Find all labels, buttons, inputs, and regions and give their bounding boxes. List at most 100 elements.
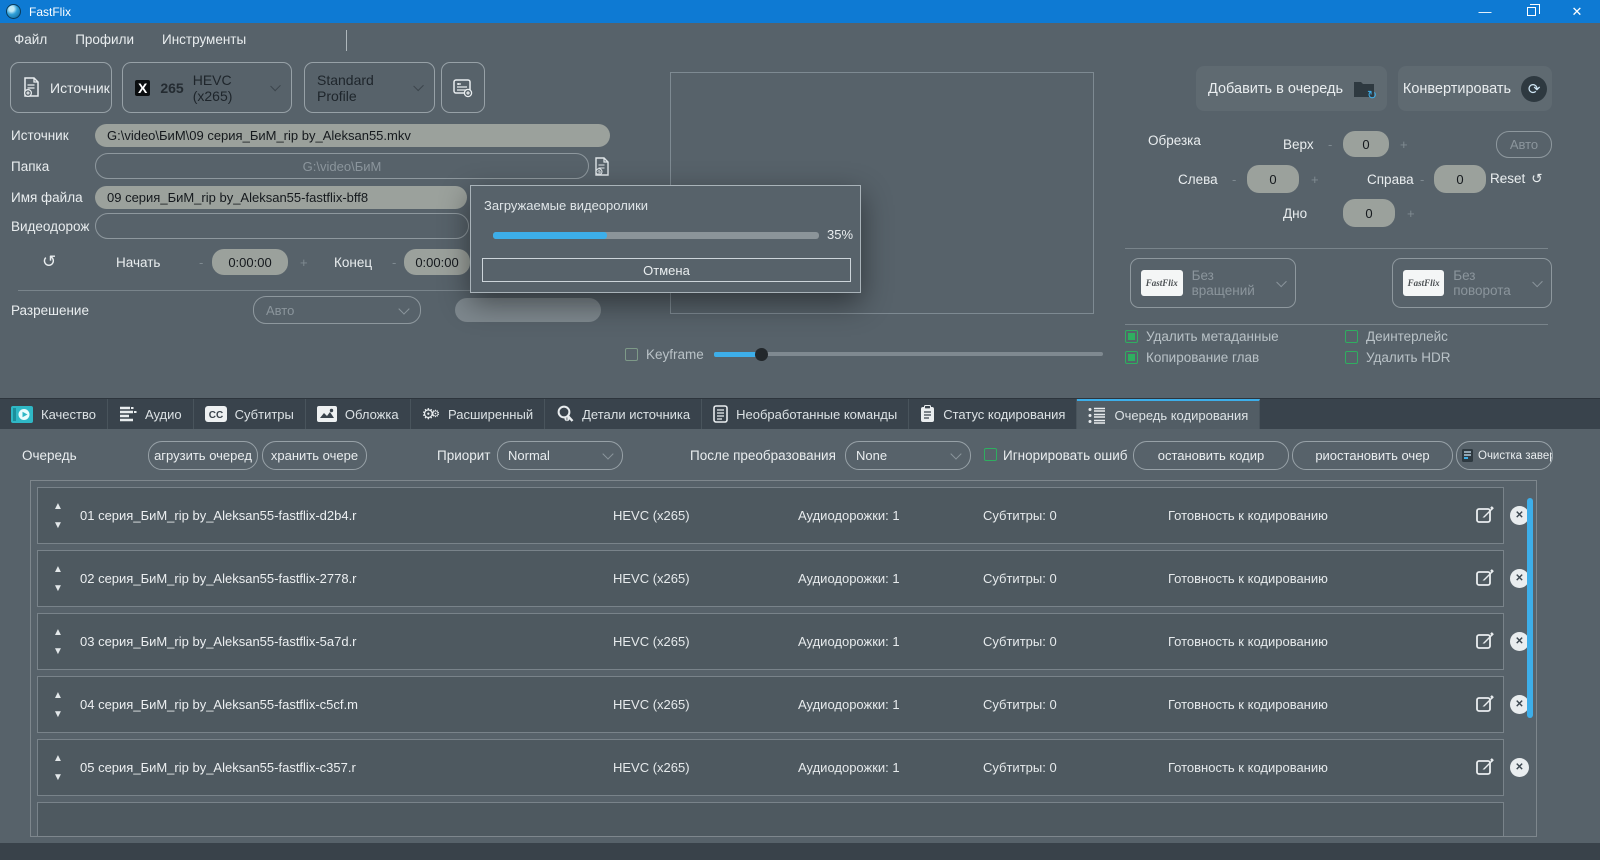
add-to-queue-button[interactable]: Добавить в очередь ↻ <box>1196 66 1387 111</box>
clear-completed-button[interactable]: Очистка завершена <box>1456 441 1553 470</box>
remove-hdr-checkbox[interactable] <box>1345 351 1358 364</box>
move-down-icon[interactable]: ▼ <box>48 705 68 724</box>
save-queue-button[interactable]: хранить очере <box>262 441 367 470</box>
edit-icon[interactable] <box>1476 757 1495 776</box>
tab-encoding-status[interactable]: Статус кодирования <box>909 399 1078 429</box>
tab-advanced[interactable]: ⚙ ⚙ Расширенный <box>411 399 546 429</box>
start-plus-button[interactable]: + <box>300 255 308 270</box>
filename-input[interactable]: 09 серия_БиМ_rip by_Aleksan55-fastflix-b… <box>95 186 467 209</box>
row-reorder-arrows[interactable]: ▲ ▼ <box>48 560 68 598</box>
tab-cover[interactable]: Обложка <box>306 399 411 429</box>
pause-queue-button[interactable]: риостановить очер <box>1292 441 1453 470</box>
keyframe-slider-track[interactable] <box>714 352 1103 356</box>
tab-subtitles[interactable]: CC Субтитры <box>194 399 306 429</box>
remove-row-icon[interactable]: ✕ <box>1510 758 1529 777</box>
menu-tools[interactable]: Инструменты <box>148 23 260 56</box>
source-path-input[interactable]: G:\video\БиМ\09 серия_БиМ_rip by_Aleksan… <box>95 124 610 147</box>
crop-left-minus[interactable]: - <box>1232 172 1236 187</box>
edit-icon[interactable] <box>1476 505 1495 524</box>
row-reorder-arrows[interactable]: ▲ ▼ <box>48 749 68 787</box>
tab-raw-commands[interactable]: Необработанные команды <box>702 399 910 429</box>
ignore-errors-checkbox[interactable] <box>984 448 997 461</box>
rotation-select[interactable]: FastFlix Без вращений <box>1130 258 1296 308</box>
move-up-icon[interactable]: ▲ <box>48 623 68 642</box>
resolution-select[interactable]: Авто <box>253 296 421 324</box>
cancel-button[interactable]: Отмена <box>482 258 851 282</box>
edit-icon[interactable] <box>1476 568 1495 587</box>
resolution-custom-input[interactable] <box>455 298 601 322</box>
crop-top-plus[interactable]: + <box>1400 137 1408 152</box>
end-label: Конец <box>334 255 373 270</box>
crop-top-minus[interactable]: - <box>1328 137 1332 152</box>
crop-bottom-label: Дно <box>1283 206 1308 221</box>
keyframe-checkbox[interactable] <box>625 348 638 361</box>
crop-right-input[interactable]: 0 <box>1434 165 1486 193</box>
tab-source-details[interactable]: i Детали источника <box>545 399 703 429</box>
add-profile-button[interactable] <box>441 62 485 113</box>
crop-auto-button[interactable]: Авто <box>1496 131 1552 158</box>
crop-reset-button[interactable]: Reset ↺ <box>1490 171 1543 187</box>
move-down-icon[interactable]: ▼ <box>48 579 68 598</box>
restore-button[interactable] <box>1508 0 1554 23</box>
edit-icon[interactable] <box>1476 694 1495 713</box>
queue-row: ▲ ▼ 01 серия_БиМ_rip by_Aleksan55-fastfli… <box>37 487 1529 544</box>
edit-icon[interactable] <box>1476 631 1495 650</box>
priority-select[interactable]: Normal <box>497 441 623 470</box>
tab-quality[interactable]: Качество <box>0 399 108 429</box>
move-up-icon[interactable]: ▲ <box>48 686 68 705</box>
profile-select[interactable]: Standard Profile <box>304 62 435 113</box>
tab-audio[interactable]: Аудио <box>108 399 194 429</box>
videotrack-select[interactable] <box>95 213 469 239</box>
deinterlace-checkbox[interactable] <box>1345 330 1358 343</box>
flip-select[interactable]: FastFlix Без поворота <box>1392 258 1552 308</box>
tab-encoding-queue[interactable]: Очередь кодирования <box>1077 399 1261 429</box>
load-queue-button[interactable]: агрузить очеред <box>148 441 258 470</box>
move-down-icon[interactable]: ▼ <box>48 768 68 787</box>
tab-label: Субтитры <box>234 406 294 422</box>
move-up-icon[interactable]: ▲ <box>48 497 68 516</box>
crop-bottom-plus[interactable]: + <box>1407 206 1415 221</box>
minimize-button[interactable]: — <box>1462 0 1508 23</box>
menu-file[interactable]: Файл <box>0 23 61 56</box>
menu-profiles[interactable]: Профили <box>61 23 148 56</box>
end-minus-button[interactable]: - <box>392 255 396 270</box>
move-down-icon[interactable]: ▼ <box>48 516 68 535</box>
queue-row-name: 01 серия_БиМ_rip by_Aleksan55-fastflix-d… <box>80 508 357 523</box>
stop-encoding-button[interactable]: остановить кодир <box>1133 441 1289 470</box>
close-button[interactable]: ✕ <box>1554 0 1600 23</box>
end-time-input[interactable]: 0:00:00 <box>404 249 470 275</box>
trim-reset-icon[interactable]: ↺ <box>42 252 56 272</box>
options-divider <box>1125 324 1548 325</box>
row-reorder-arrows[interactable]: ▲ ▼ <box>48 497 68 535</box>
move-up-icon[interactable]: ▲ <box>48 560 68 579</box>
window-title: FastFlix <box>29 4 71 19</box>
crop-right-minus[interactable]: - <box>1420 172 1424 187</box>
crop-bottom-input[interactable]: 0 <box>1343 199 1395 227</box>
move-down-icon[interactable]: ▼ <box>48 642 68 661</box>
queue-row: ▲ ▼ 03 серия_БиМ_rip by_Aleksan55-fastfli… <box>37 613 1529 670</box>
start-time-input[interactable]: 0:00:00 <box>212 249 288 275</box>
convert-button[interactable]: Конвертировать ⟳ <box>1398 66 1552 111</box>
keyframe-slider-handle[interactable] <box>755 348 768 361</box>
after-conversion-select[interactable]: None <box>845 441 971 470</box>
folder-input[interactable]: G:\video\БиМ <box>95 153 589 179</box>
queue-row-subtitles: Субтитры: 0 <box>983 634 1057 649</box>
source-open-button[interactable]: Источник <box>10 62 112 113</box>
row-reorder-arrows[interactable]: ▲ ▼ <box>48 623 68 661</box>
row-reorder-arrows[interactable]: ▲ ▼ <box>48 686 68 724</box>
start-minus-button[interactable]: - <box>199 255 203 270</box>
tab-label: Детали источника <box>582 406 691 422</box>
encoder-select[interactable]: X 265 HEVC (x265) <box>122 62 292 113</box>
move-up-icon[interactable]: ▲ <box>48 749 68 768</box>
crop-top-input[interactable]: 0 <box>1343 131 1389 157</box>
queue-row-audio: Аудиодорожки: 1 <box>798 760 900 775</box>
queue-scrollbar[interactable] <box>1527 498 1533 718</box>
restore-icon <box>1526 4 1540 16</box>
priority-value: Normal <box>508 448 550 463</box>
queue-row: ▲ ▼ 05 серия_БиМ_rip by_Aleksan55-fastfli… <box>37 739 1529 796</box>
copy-chapters-checkbox[interactable] <box>1125 351 1138 364</box>
remove-metadata-checkbox[interactable] <box>1125 330 1138 343</box>
crop-left-input[interactable]: 0 <box>1247 165 1299 193</box>
crop-left-plus[interactable]: + <box>1311 172 1319 187</box>
folder-browse-icon[interactable] <box>594 157 611 176</box>
